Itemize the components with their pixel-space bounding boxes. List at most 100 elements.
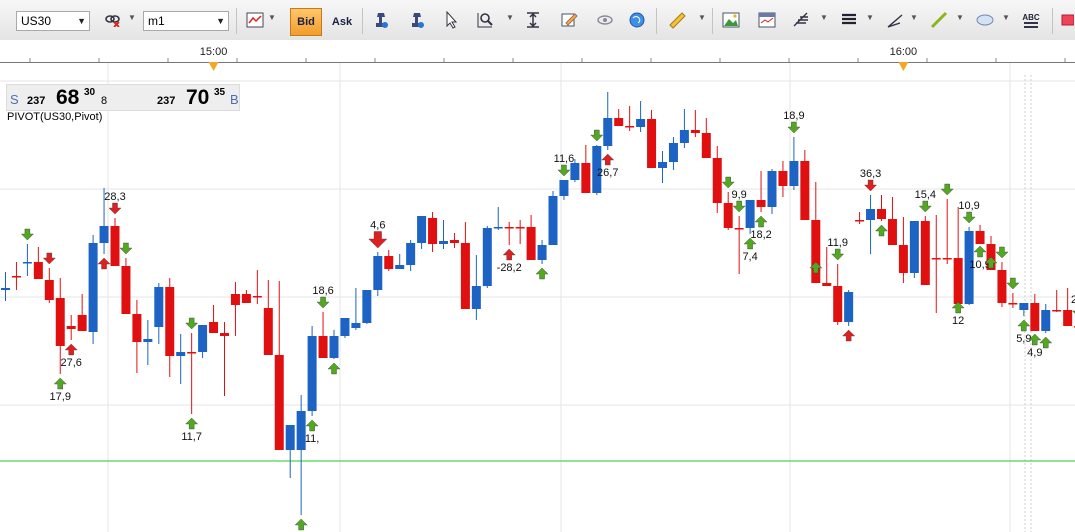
toolbar-divider: [712, 8, 713, 34]
candle-body: [668, 143, 678, 162]
link-icon[interactable]: [102, 9, 124, 31]
candle-body: [931, 258, 941, 260]
line-chart-icon[interactable]: [244, 9, 266, 31]
green-down-arrow-icon: [918, 200, 932, 213]
buy-price-prefix: 237: [157, 95, 176, 107]
chevron-down-icon[interactable]: ▼: [128, 13, 136, 22]
eye-icon[interactable]: [594, 9, 616, 31]
text-icon[interactable]: ABC: [1020, 9, 1042, 31]
candle-body: [690, 130, 700, 133]
candle-body: [373, 256, 383, 290]
marker-label: 11,9: [827, 237, 848, 249]
marker-label: 9,9: [732, 189, 747, 201]
green-down-arrow-icon: [962, 211, 976, 224]
buy-label: B: [230, 92, 239, 107]
red-down-arrow-icon: [368, 231, 388, 249]
candle-body: [1019, 303, 1029, 310]
chevron-down-icon[interactable]: ▼: [866, 13, 874, 22]
marker-label: 2,9: [1071, 294, 1075, 306]
candle-body: [515, 227, 525, 229]
window-icon[interactable]: [756, 9, 778, 31]
candle-body: [844, 292, 854, 322]
pen-icon[interactable]: [928, 9, 950, 31]
candle-body: [406, 243, 416, 265]
candle-body: [548, 196, 558, 245]
more-tools-icon[interactable]: [1058, 9, 1075, 31]
edit-icon[interactable]: [558, 9, 580, 31]
symbol-select[interactable]: US30 ▼: [16, 11, 90, 31]
cursor-icon[interactable]: [440, 9, 462, 31]
candle-body: [1063, 310, 1073, 326]
candle-body: [340, 318, 350, 336]
chevron-down-icon[interactable]: ▼: [698, 13, 706, 22]
candlestick-chart[interactable]: 15:00 16:00 17,9 27,6 28,3 11,7 11, 18,6 4,6 -28,…: [0, 40, 1075, 532]
red-up-arrow-icon: [601, 153, 615, 166]
candle-body: [887, 219, 897, 245]
globe-icon[interactable]: [626, 9, 648, 31]
chevron-down-icon: ▼: [216, 16, 225, 26]
green-up-arrow-icon: [875, 224, 888, 237]
candle-body: [230, 294, 240, 305]
candle-body: [636, 119, 646, 127]
candle-body: [176, 352, 186, 356]
ask-button[interactable]: Ask: [326, 8, 358, 36]
candle-body: [712, 158, 722, 203]
marker-label: 15,4: [915, 189, 936, 201]
candle-body: [263, 308, 273, 355]
text-tool-label: ABC: [1022, 12, 1040, 22]
candle-body: [526, 227, 536, 260]
crosshair-icon[interactable]: [522, 9, 544, 31]
sell-price-big: 68: [56, 86, 80, 109]
trendline-icon[interactable]: [884, 9, 906, 31]
green-down-arrow-icon: [20, 228, 34, 241]
green-down-arrow-icon: [590, 129, 604, 142]
sell-price-sup: 30: [84, 87, 96, 98]
green-down-arrow-icon: [557, 164, 571, 177]
candle-body: [471, 286, 481, 309]
ask-label: Ask: [331, 16, 353, 28]
ruler-icon[interactable]: [666, 9, 688, 31]
candle-body: [909, 221, 919, 273]
candle-body: [220, 333, 229, 336]
candle-body: [504, 227, 514, 229]
zoom-icon[interactable]: [474, 9, 496, 31]
marker-label: 17,9: [50, 391, 71, 403]
fibonacci-icon[interactable]: [790, 9, 812, 31]
green-down-arrow-icon: [721, 176, 735, 189]
chevron-down-icon[interactable]: ▼: [1002, 13, 1010, 22]
candle-body: [88, 243, 98, 332]
horse-icon[interactable]: [370, 9, 392, 31]
image-icon[interactable]: [720, 9, 742, 31]
candle-body: [537, 245, 547, 260]
marker-label: 11,7: [181, 431, 202, 443]
toolbar-divider: [236, 8, 237, 34]
green-up-arrow-icon: [1017, 319, 1031, 332]
candle-body: [701, 133, 711, 158]
green-down-arrow-icon: [316, 296, 330, 309]
candle-body: [198, 325, 208, 352]
marker-label: 11,: [305, 433, 319, 445]
candle-body: [778, 171, 788, 186]
candle-body: [384, 256, 394, 269]
chevron-down-icon[interactable]: ▼: [506, 13, 514, 22]
menu-icon[interactable]: [838, 9, 860, 31]
candle-body: [44, 280, 54, 300]
candle-body: [603, 118, 613, 146]
timeframe-select[interactable]: m1 ▼: [143, 11, 229, 31]
chevron-down-icon[interactable]: ▼: [820, 13, 828, 22]
horse-run-icon[interactable]: [406, 9, 428, 31]
indicator-label: PIVOT(US30,Pivot): [7, 111, 103, 123]
marker-label: 4,6: [370, 220, 385, 232]
chevron-down-icon[interactable]: ▼: [910, 13, 918, 22]
green-down-arrow-icon: [995, 246, 1009, 259]
candle-body: [756, 200, 766, 207]
candle-body: [143, 339, 153, 342]
chevron-down-icon[interactable]: ▼: [268, 13, 276, 22]
chevron-down-icon[interactable]: ▼: [956, 13, 964, 22]
candle-body: [767, 171, 777, 207]
ellipse-icon[interactable]: [974, 9, 996, 31]
candle-body: [1, 288, 10, 290]
candle-body: [647, 119, 657, 168]
green-up-arrow-icon: [294, 518, 308, 531]
bid-button[interactable]: Bid: [290, 8, 322, 36]
